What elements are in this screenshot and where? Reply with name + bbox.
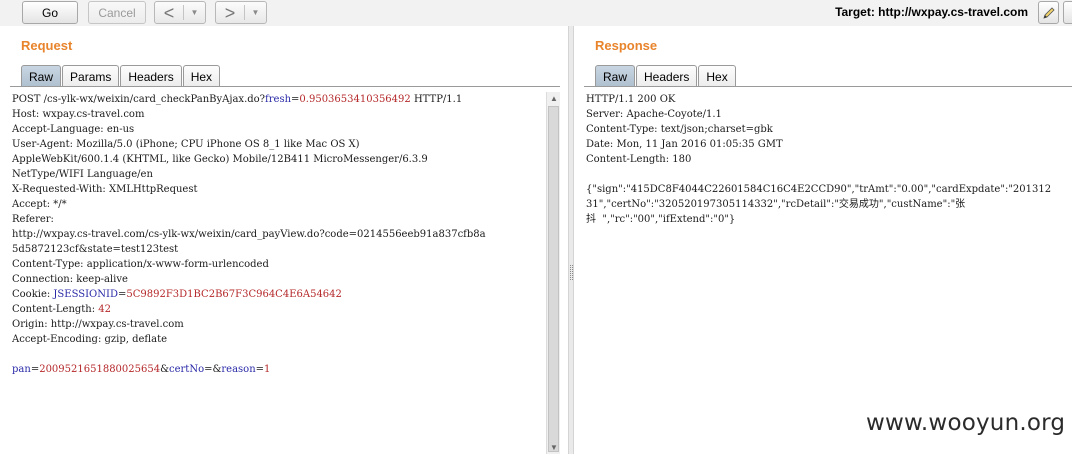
cancel-button[interactable]: Cancel [88,1,146,24]
edit-target-button[interactable] [1038,1,1059,24]
scroll-down-icon[interactable]: ▼ [550,443,558,452]
help-button[interactable] [1063,1,1072,24]
request-scrollbar[interactable]: ▲ ▼ [546,92,560,454]
request-tabs: Raw Params Headers Hex [21,65,221,87]
response-text: HTTP/1.1 200 OK Server: Apache-Coyote/1.… [586,94,1052,225]
scroll-up-icon[interactable]: ▲ [550,94,558,103]
tab-raw[interactable]: Raw [595,65,636,87]
watermark: www.wooyun.org [866,410,1066,436]
tab-underline [10,86,560,87]
tab-raw[interactable]: Raw [21,65,62,87]
response-tabs: Raw Headers Hex [595,65,737,87]
request-editor[interactable]: POST /cs-ylk-wx/weixin/card_checkPanByAj… [12,92,544,452]
tab-headers[interactable]: Headers [636,65,698,87]
chevron-left-icon: < [163,2,175,23]
response-title: Response [595,38,658,53]
response-editor[interactable]: HTTP/1.1 200 OK Server: Apache-Coyote/1.… [586,92,1070,452]
tab-hex[interactable]: Hex [182,65,221,87]
chevron-right-icon: > [224,2,236,23]
request-title: Request [21,38,73,53]
tab-headers[interactable]: Headers [120,65,182,87]
scroll-thumb[interactable] [548,106,559,452]
toolbar: Go Cancel < ▼ > ▼ Target: http://wxpay.c… [0,0,1072,26]
divider-grip-icon[interactable] [570,265,573,280]
request-text: POST /cs-ylk-wx/weixin/card_checkPanByAj… [12,94,486,375]
dropdown-arrow-icon[interactable]: ▼ [184,8,205,17]
go-button[interactable]: Go [22,1,78,24]
back-button[interactable]: < ▼ [154,1,206,24]
forward-button[interactable]: > ▼ [215,1,267,24]
split-divider[interactable] [568,26,574,454]
pencil-icon [1042,6,1055,19]
tab-params[interactable]: Params [62,65,120,87]
tab-underline [584,86,1072,87]
target-label: Target: http://wxpay.cs-travel.com [835,5,1028,19]
tab-hex[interactable]: Hex [698,65,736,87]
dropdown-arrow-icon[interactable]: ▼ [245,8,266,17]
